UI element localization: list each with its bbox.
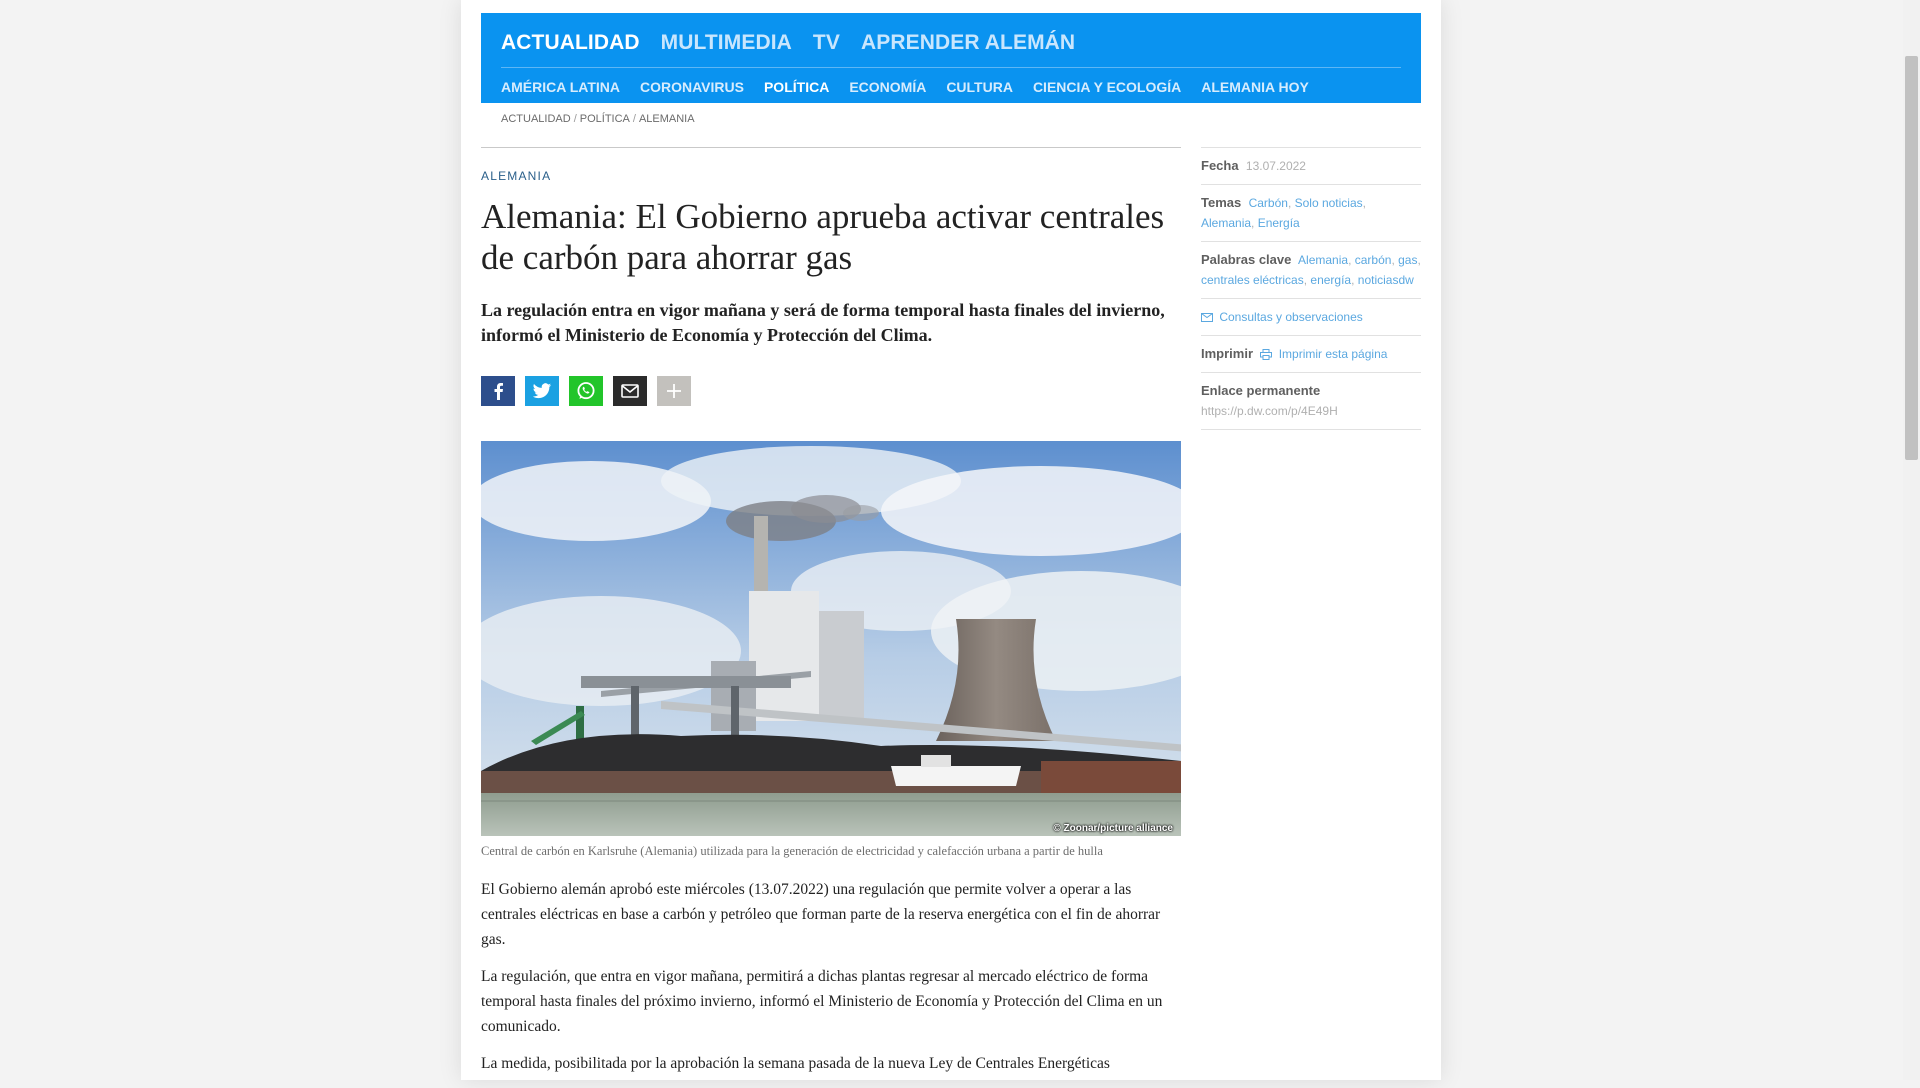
envelope-icon — [1201, 313, 1213, 323]
sub-nav-coronavirus[interactable]: CORONAVIRUS — [640, 79, 744, 95]
article-body: El Gobierno alemán aprobó este miércoles… — [481, 877, 1183, 1076]
date-value: 13.07.2022 — [1245, 159, 1306, 173]
main-nav-multimedia[interactable]: MULTIMEDIA — [661, 31, 792, 55]
keyword-link[interactable]: carbón — [1355, 253, 1392, 267]
topics-label: Temas — [1201, 195, 1242, 210]
sidebar-keywords-row: Palabras clave Alemania, carbón, gas, ce… — [1201, 241, 1421, 298]
more-share-button[interactable] — [657, 376, 691, 406]
keyword-link[interactable]: Alemania — [1298, 253, 1348, 267]
breadcrumb-alemania[interactable]: ALEMANIA — [639, 113, 695, 125]
sidebar-date-row: Fecha 13.07.2022 — [1201, 147, 1421, 184]
breadcrumb: ACTUALIDAD / POLÍTICA / ALEMANIA — [501, 113, 695, 125]
article-paragraph: La medida, posibilitada por la aprobació… — [481, 1055, 1110, 1072]
keyword-link[interactable]: noticiasdw — [1358, 273, 1414, 287]
sub-nav-alemania-hoy[interactable]: ALEMANIA HOY — [1201, 79, 1309, 95]
facebook-icon — [494, 383, 503, 400]
main-nav-tv[interactable]: TV — [813, 31, 840, 55]
breadcrumb-actualidad[interactable]: ACTUALIDAD — [501, 113, 571, 125]
date-label: Fecha — [1201, 158, 1239, 173]
twitter-share-button[interactable] — [525, 376, 559, 406]
article-kicker[interactable]: ALEMANIA — [481, 169, 1183, 183]
keyword-link[interactable]: gas — [1398, 253, 1417, 267]
breadcrumb-politica[interactable]: POLÍTICA — [580, 113, 630, 125]
page-scrollbar[interactable] — [1903, 0, 1920, 1080]
article-intro: La regulación entra en vigor mañana y se… — [481, 300, 1165, 345]
topic-link[interactable]: Alemania — [1201, 216, 1251, 230]
print-label: Imprimir — [1201, 346, 1254, 361]
permalink-label: Enlace permanente — [1201, 383, 1321, 398]
topic-link[interactable]: Solo noticias — [1295, 196, 1363, 210]
keywords-label: Palabras clave — [1201, 252, 1292, 267]
sub-nav-ciencia-y-ecologia[interactable]: CIENCIA Y ECOLOGÍA — [1033, 79, 1181, 95]
topic-link[interactable]: Carbón — [1249, 196, 1288, 210]
permalink-value[interactable]: https://p.dw.com/p/4E49H — [1201, 401, 1421, 421]
topic-link[interactable]: Energía — [1258, 216, 1300, 230]
email-icon — [621, 384, 639, 398]
keyword-link[interactable]: energía — [1310, 273, 1351, 287]
sidebar-permalink-row: Enlace permanente https://p.dw.com/p/4E4… — [1201, 372, 1421, 430]
sub-nav-america-latina[interactable]: AMÉRICA LATINA — [501, 79, 620, 95]
share-bar — [481, 376, 1183, 407]
facebook-share-button[interactable] — [481, 376, 515, 406]
whatsapp-icon — [577, 382, 595, 400]
image-caption: Central de carbón en Karlsruhe (Alemania… — [481, 844, 1103, 858]
article-paragraph: El Gobierno alemán aprobó este miércoles… — [481, 881, 1161, 948]
main-nav-actualidad[interactable]: ACTUALIDAD — [501, 31, 640, 55]
sidebar-feedback-row: Consultas y observaciones — [1201, 298, 1421, 335]
sub-nav-economia[interactable]: ECONOMÍA — [849, 79, 926, 95]
sub-nav-politica[interactable]: POLÍTICA — [764, 79, 829, 95]
keyword-link[interactable]: centrales eléctricas — [1201, 273, 1304, 287]
nav-divider — [501, 67, 1401, 68]
breadcrumb-separator: / — [632, 113, 636, 125]
top-navigation: ACTUALIDAD MULTIMEDIA TV APRENDER ALEMÁN… — [481, 13, 1421, 103]
email-share-button[interactable] — [613, 376, 647, 406]
twitter-icon — [532, 382, 552, 398]
power-plant-photo — [481, 441, 1181, 836]
article-sidebar: Fecha 13.07.2022 Temas Carbón, Solo noti… — [1201, 147, 1421, 430]
article-paragraph: La regulación, que entra en vigor mañana… — [481, 968, 1163, 1035]
breadcrumb-separator: / — [573, 113, 577, 125]
sidebar-topics-row: Temas Carbón, Solo noticias, Alemania, E… — [1201, 184, 1421, 241]
article: ALEMANIA Alemania: El Gobierno aprueba a… — [481, 147, 1183, 1088]
article-title: Alemania: El Gobierno aprueba activar ce… — [481, 197, 1165, 277]
sub-nav-cultura[interactable]: CULTURA — [946, 79, 1013, 95]
page-container: ACTUALIDAD MULTIMEDIA TV APRENDER ALEMÁN… — [461, 0, 1441, 1080]
whatsapp-share-button[interactable] — [569, 376, 603, 406]
sub-nav: AMÉRICA LATINA CORONAVIRUS POLÍTICA ECON… — [501, 79, 1309, 95]
image-credit: © Zoonar/picture alliance — [1053, 823, 1173, 834]
article-top-rule — [481, 147, 1181, 148]
article-image[interactable]: © Zoonar/picture alliance — [481, 441, 1181, 836]
main-nav-aprender-aleman[interactable]: APRENDER ALEMÁN — [861, 31, 1075, 55]
print-page-link[interactable]: Imprimir esta página — [1279, 347, 1388, 361]
plus-icon — [667, 384, 681, 398]
scrollbar-thumb[interactable] — [1905, 56, 1918, 460]
sidebar-print-row: Imprimir Imprimir esta página — [1201, 335, 1421, 372]
printer-icon — [1260, 349, 1273, 361]
feedback-link[interactable]: Consultas y observaciones — [1219, 310, 1362, 324]
main-nav: ACTUALIDAD MULTIMEDIA TV APRENDER ALEMÁN — [501, 31, 1075, 55]
